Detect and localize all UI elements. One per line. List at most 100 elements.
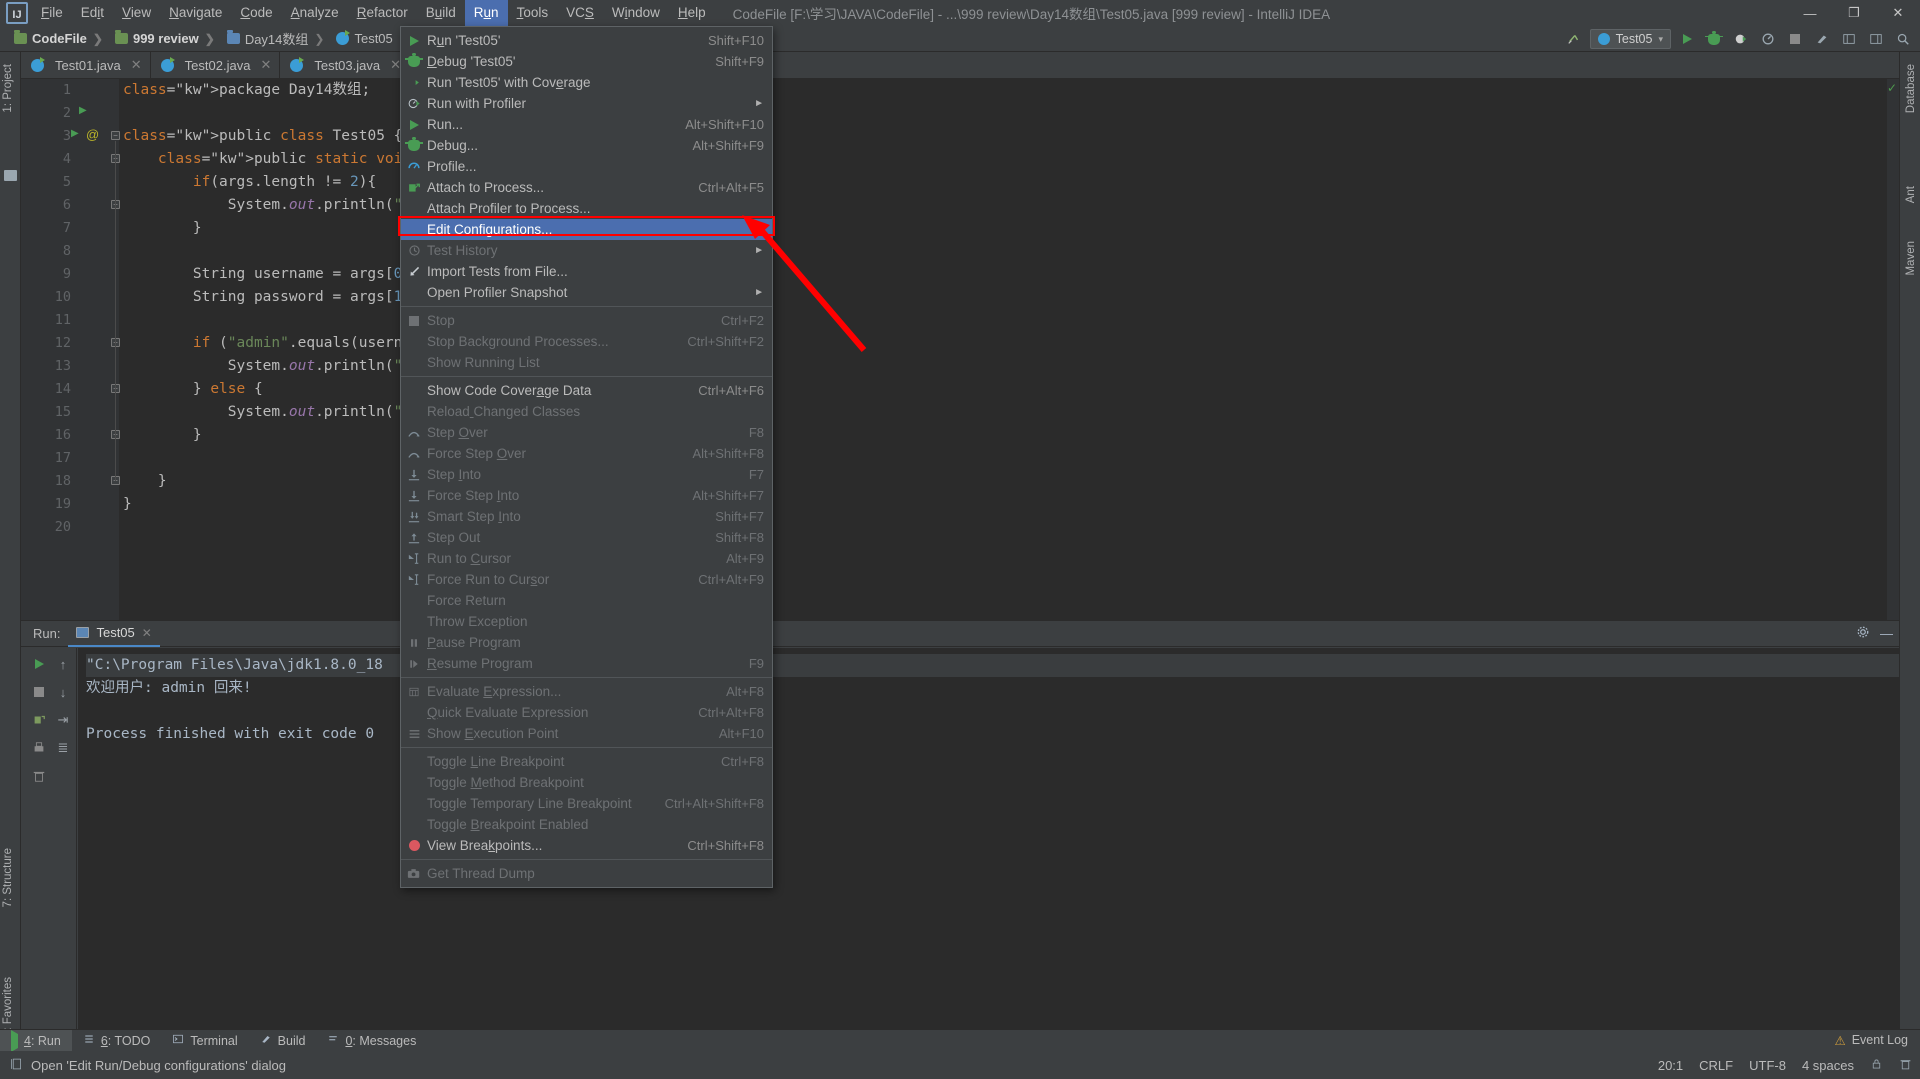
- menu-item-step-into[interactable]: Step Into F7: [401, 464, 772, 485]
- line-separator[interactable]: CRLF: [1699, 1058, 1733, 1073]
- soft-wrap-icon[interactable]: ⇥: [51, 708, 75, 732]
- menu-item-show-code-coverage-data[interactable]: Show Code Coverage Data Ctrl+Alt+F6: [401, 380, 772, 401]
- menu-item-step-out[interactable]: Step Out Shift+F8: [401, 527, 772, 548]
- console-output[interactable]: "C:\Program Files\Java\jdk1.8.0_18 欢迎用户: …: [78, 648, 1899, 1051]
- tool-window-bar[interactable]: 4: Run 6: TODO Terminal Build 0: Messages: [0, 1029, 1920, 1052]
- run-header-actions[interactable]: —: [1856, 625, 1893, 642]
- tool-window-button-build[interactable]: Build: [249, 1030, 317, 1052]
- breadcrumb-item-1[interactable]: 999 review ❯: [109, 30, 221, 46]
- menu-bar[interactable]: File Edit View Navigate Code Analyze Refactor B…: [32, 0, 715, 26]
- menu-item-force-run-to-cursor[interactable]: Force Run to Cursor Ctrl+Alt+F9: [401, 569, 772, 590]
- menu-item-run[interactable]: Run... Alt+Shift+F10: [401, 114, 772, 135]
- menu-item-file[interactable]: File: [32, 0, 72, 26]
- menu-item-reload-changed-classes[interactable]: Reload Changed Classes: [401, 401, 772, 422]
- run-toolbar[interactable]: ↑ ↓ ⇥ ≣: [21, 648, 77, 1051]
- menu-item-force-step-into[interactable]: Force Step Into Alt+Shift+F7: [401, 485, 772, 506]
- menu-item-debug[interactable]: Debug... Alt+Shift+F9: [401, 135, 772, 156]
- editor-gutter[interactable]: 1 2 3 4 5 6 7 8 9 10 11 12 13 14 15 16 17 18 19 20 ▶ ▶ @ − …: [21, 79, 120, 620]
- menu-item-edit[interactable]: Edit: [72, 0, 113, 26]
- menu-item-throw-exception[interactable]: Throw Exception: [401, 611, 772, 632]
- minimize-icon[interactable]: —: [1880, 626, 1893, 641]
- code-line[interactable]: System.out.println("密: [123, 401, 1899, 424]
- code-line[interactable]: [123, 240, 1899, 263]
- scroll-down-icon[interactable]: ↓: [51, 680, 75, 704]
- right-tool-strip[interactable]: Database Ant Maven: [1899, 52, 1920, 1051]
- menu-item-run[interactable]: Run: [464, 0, 508, 26]
- menu-item-show-running-list[interactable]: Show Running List: [401, 352, 772, 373]
- code-line[interactable]: } else {: [123, 378, 1899, 401]
- editor-tab-2[interactable]: Test03.java ✕: [280, 52, 411, 78]
- run-configuration-selector[interactable]: Test05 ▾: [1589, 29, 1671, 49]
- menu-item-test-history[interactable]: Test History ►: [401, 240, 772, 261]
- window-controls[interactable]: — ❐ ✕: [1788, 0, 1920, 26]
- tool-window-button-messages[interactable]: 0: Messages: [316, 1030, 427, 1052]
- debug-button[interactable]: [1703, 28, 1725, 50]
- menu-item-run-to-cursor[interactable]: Run to Cursor Alt+F9: [401, 548, 772, 569]
- menu-item-step-over[interactable]: Step Over F8: [401, 422, 772, 443]
- menu-item-stop-background-processes[interactable]: Stop Background Processes... Ctrl+Shift+F…: [401, 331, 772, 352]
- code-line[interactable]: System.out.println("请: [123, 194, 1899, 217]
- event-log-button[interactable]: ⚠ Event Log: [1834, 1029, 1908, 1051]
- code-line[interactable]: }: [123, 493, 1899, 516]
- stop-icon[interactable]: [27, 680, 51, 704]
- editor-error-stripe[interactable]: ✓: [1887, 79, 1899, 620]
- main-toolbar[interactable]: Test05 ▾: [1563, 26, 1914, 52]
- sidebar-item-structure[interactable]: 7: Structure: [0, 844, 17, 911]
- breadcrumb[interactable]: CodeFile ❯ 999 review ❯ Day14数组 ❯ Test05: [0, 29, 396, 48]
- editor-tab-0[interactable]: Test01.java ✕: [21, 52, 151, 78]
- menu-item-toggle-method-breakpoint[interactable]: Toggle Method Breakpoint: [401, 772, 772, 793]
- editor-tab-1[interactable]: Test02.java ✕: [151, 52, 281, 78]
- menu-item-run-test05-with-coverage[interactable]: Run 'Test05' with Coverage: [401, 72, 772, 93]
- menu-item-refactor[interactable]: Refactor: [348, 0, 417, 26]
- run-button[interactable]: [1676, 28, 1698, 50]
- menu-item-tools[interactable]: Tools: [508, 0, 558, 26]
- menu-item-analyze[interactable]: Analyze: [282, 0, 348, 26]
- code-line[interactable]: [123, 309, 1899, 332]
- run-menu-dropdown[interactable]: Run 'Test05' Shift+F10 Debug 'Test05' Shift…: [400, 26, 773, 888]
- menu-item-edit-configurations[interactable]: Edit Configurations...: [401, 219, 772, 240]
- code-line[interactable]: String password = args[1]: [123, 286, 1899, 309]
- run-method-gutter-icon[interactable]: ▶: [71, 128, 79, 139]
- run-with-coverage-button[interactable]: [1730, 28, 1752, 50]
- indent-setting[interactable]: 4 spaces: [1802, 1058, 1854, 1073]
- close-icon[interactable]: ✕: [260, 57, 271, 73]
- menu-item-build[interactable]: Build: [417, 0, 465, 26]
- tool-window-button-terminal[interactable]: Terminal: [161, 1030, 248, 1052]
- menu-item-smart-step-into[interactable]: Smart Step Into Shift+F7: [401, 506, 772, 527]
- lock-icon[interactable]: [1870, 1057, 1883, 1074]
- stop-button[interactable]: [1784, 28, 1806, 50]
- menu-item-evaluate-expression[interactable]: Evaluate Expression... Alt+F8: [401, 681, 772, 702]
- sidebar-item-project[interactable]: 1: Project: [0, 60, 17, 117]
- trash-icon[interactable]: [27, 764, 51, 788]
- menu-item-quick-evaluate-expression[interactable]: Quick Evaluate Expression Ctrl+Alt+F8: [401, 702, 772, 723]
- menu-item-help[interactable]: Help: [669, 0, 715, 26]
- menu-item-toggle-line-breakpoint[interactable]: Toggle Line Breakpoint Ctrl+F8: [401, 751, 772, 772]
- scroll-up-icon[interactable]: ↑: [51, 652, 75, 676]
- menu-item-resume-program[interactable]: Resume Program F9: [401, 653, 772, 674]
- run-tab-test05[interactable]: Test05 ✕: [68, 621, 160, 647]
- menu-item-open-profiler-snapshot[interactable]: Open Profiler Snapshot ►: [401, 282, 772, 303]
- code-line[interactable]: System.out.println("欢: [123, 355, 1899, 378]
- search-everywhere-icon[interactable]: [1563, 28, 1585, 50]
- layout-icon-2[interactable]: [1865, 28, 1887, 50]
- close-icon[interactable]: ✕: [131, 57, 142, 73]
- menu-item-force-step-over[interactable]: Force Step Over Alt+Shift+F8: [401, 443, 772, 464]
- menu-item-window[interactable]: Window: [603, 0, 669, 26]
- menu-item-profile[interactable]: Profile...: [401, 156, 772, 177]
- trash-status-icon[interactable]: [1899, 1057, 1912, 1074]
- menu-item-view[interactable]: View: [113, 0, 160, 26]
- code-line[interactable]: [123, 447, 1899, 470]
- menu-item-pause-program[interactable]: Pause Program: [401, 632, 772, 653]
- gear-icon[interactable]: [1856, 625, 1870, 642]
- menu-item-import-tests-from-file[interactable]: Import Tests from File...: [401, 261, 772, 282]
- code-line[interactable]: class="kw">public static void main(Strin…: [123, 148, 1899, 171]
- caret-position[interactable]: 20:1: [1658, 1058, 1683, 1073]
- menu-item-code[interactable]: Code: [231, 0, 281, 26]
- menu-item-attach-profiler-to-process[interactable]: Attach Profiler to Process...: [401, 198, 772, 219]
- code-line[interactable]: if ("admin".equals(userna: [123, 332, 1899, 355]
- code-line[interactable]: [123, 102, 1899, 125]
- menu-item-run-test05[interactable]: Run 'Test05' Shift+F10: [401, 30, 772, 51]
- sidebar-item-ant[interactable]: Ant: [1902, 182, 1920, 207]
- layout-icon-1[interactable]: [1838, 28, 1860, 50]
- code-line[interactable]: }: [123, 424, 1899, 447]
